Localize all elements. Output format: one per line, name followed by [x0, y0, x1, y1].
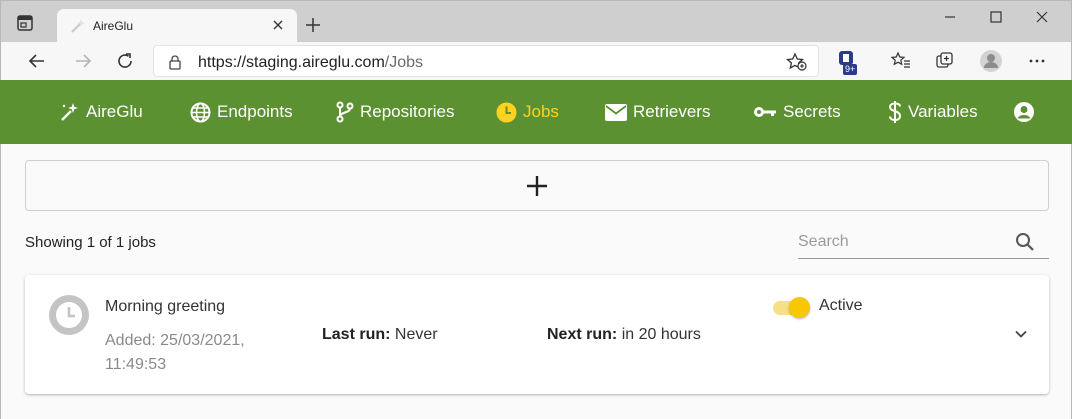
search-input[interactable]	[798, 233, 1008, 251]
last-run-value: Never	[394, 326, 438, 343]
magic-wand-icon	[71, 19, 85, 33]
nav-label-secrets: Secrets	[783, 102, 841, 121]
more-menu-icon[interactable]	[1027, 51, 1047, 71]
nav-label-repositories: Repositories	[360, 102, 455, 121]
address-bar[interactable]: https://staging.aireglu.com/Jobs	[153, 45, 819, 77]
account-icon	[1014, 102, 1034, 122]
add-job-button[interactable]	[25, 160, 1049, 211]
globe-icon	[190, 102, 211, 122]
search-icon[interactable]	[1015, 232, 1035, 252]
add-favorite-icon[interactable]	[786, 52, 808, 72]
app-navbar: AireGlu Endpoints Repositories Jobs Retr…	[0, 80, 1072, 144]
search-box[interactable]	[798, 226, 1049, 259]
forward-icon[interactable]	[73, 51, 93, 71]
active-toggle[interactable]	[773, 296, 811, 318]
job-last-run: Last run: Never	[322, 326, 438, 344]
lock-icon[interactable]	[168, 54, 182, 70]
browser-toolbar: https://staging.aireglu.com/Jobs 9+	[0, 42, 1072, 80]
job-added-date: Added: 25/03/2021, 11:49:53	[105, 332, 245, 373]
url-path: /Jobs	[384, 54, 424, 71]
nav-item-endpoints[interactable]: Endpoints	[190, 80, 293, 144]
profile-avatar-icon[interactable]	[979, 49, 1003, 73]
minimize-icon[interactable]	[941, 8, 959, 26]
main-content: Showing 1 of 1 jobs Morning greeting Add…	[0, 144, 1072, 419]
nav-item-variables[interactable]: Variables	[888, 80, 978, 144]
last-run-label: Last run:	[322, 326, 391, 343]
nav-item-jobs[interactable]: Jobs	[496, 80, 559, 144]
job-next-run: Next run: in 20 hours	[547, 326, 701, 344]
plus-icon	[527, 175, 547, 196]
nav-label-jobs: Jobs	[523, 102, 559, 121]
key-icon	[754, 107, 776, 117]
job-name: Morning greeting	[105, 298, 226, 315]
new-tab-icon[interactable]	[303, 15, 323, 35]
url-host: https://staging.aireglu.com	[198, 54, 385, 71]
nav-brand[interactable]: AireGlu	[58, 80, 143, 144]
clock-icon	[49, 295, 89, 335]
browser-tab[interactable]: AireGlu	[57, 9, 297, 43]
git-branch-icon	[336, 101, 354, 123]
tab-actions-icon[interactable]	[15, 13, 35, 33]
envelope-icon	[605, 103, 627, 121]
job-card[interactable]: Morning greeting Added: 25/03/2021, 11:4…	[25, 275, 1049, 394]
nav-item-retrievers[interactable]: Retrievers	[605, 80, 710, 144]
nav-item-secrets[interactable]: Secrets	[753, 80, 841, 144]
nav-label-endpoints: Endpoints	[217, 102, 293, 121]
results-count: Showing 1 of 1 jobs	[25, 234, 156, 251]
magic-wand-icon	[61, 103, 78, 121]
extension-badge: 9+	[843, 64, 858, 75]
collections-icon[interactable]	[935, 51, 955, 71]
job-status-label: Active	[819, 297, 863, 314]
browser-tab-strip: AireGlu	[0, 0, 1072, 43]
nav-label-variables: Variables	[908, 102, 978, 121]
next-run-value: in 20 hours	[621, 326, 701, 343]
refresh-icon[interactable]	[115, 51, 135, 71]
nav-brand-label: AireGlu	[86, 102, 143, 121]
close-window-icon[interactable]	[1033, 8, 1051, 26]
nav-label-retrievers: Retrievers	[633, 102, 711, 121]
account-button[interactable]	[1013, 80, 1041, 144]
dollar-icon	[888, 101, 902, 123]
chevron-down-icon[interactable]	[1012, 325, 1030, 343]
nav-item-repositories[interactable]: Repositories	[336, 80, 455, 144]
maximize-icon[interactable]	[987, 8, 1005, 26]
clock-icon	[496, 102, 517, 122]
url-text: https://staging.aireglu.com/Jobs	[198, 54, 423, 72]
toggle-thumb	[789, 297, 810, 318]
back-icon[interactable]	[27, 51, 47, 71]
favorites-icon[interactable]	[891, 51, 911, 71]
next-run-label: Next run:	[547, 326, 618, 343]
tab-title: AireGlu	[93, 19, 134, 33]
close-tab-icon[interactable]	[271, 18, 285, 32]
